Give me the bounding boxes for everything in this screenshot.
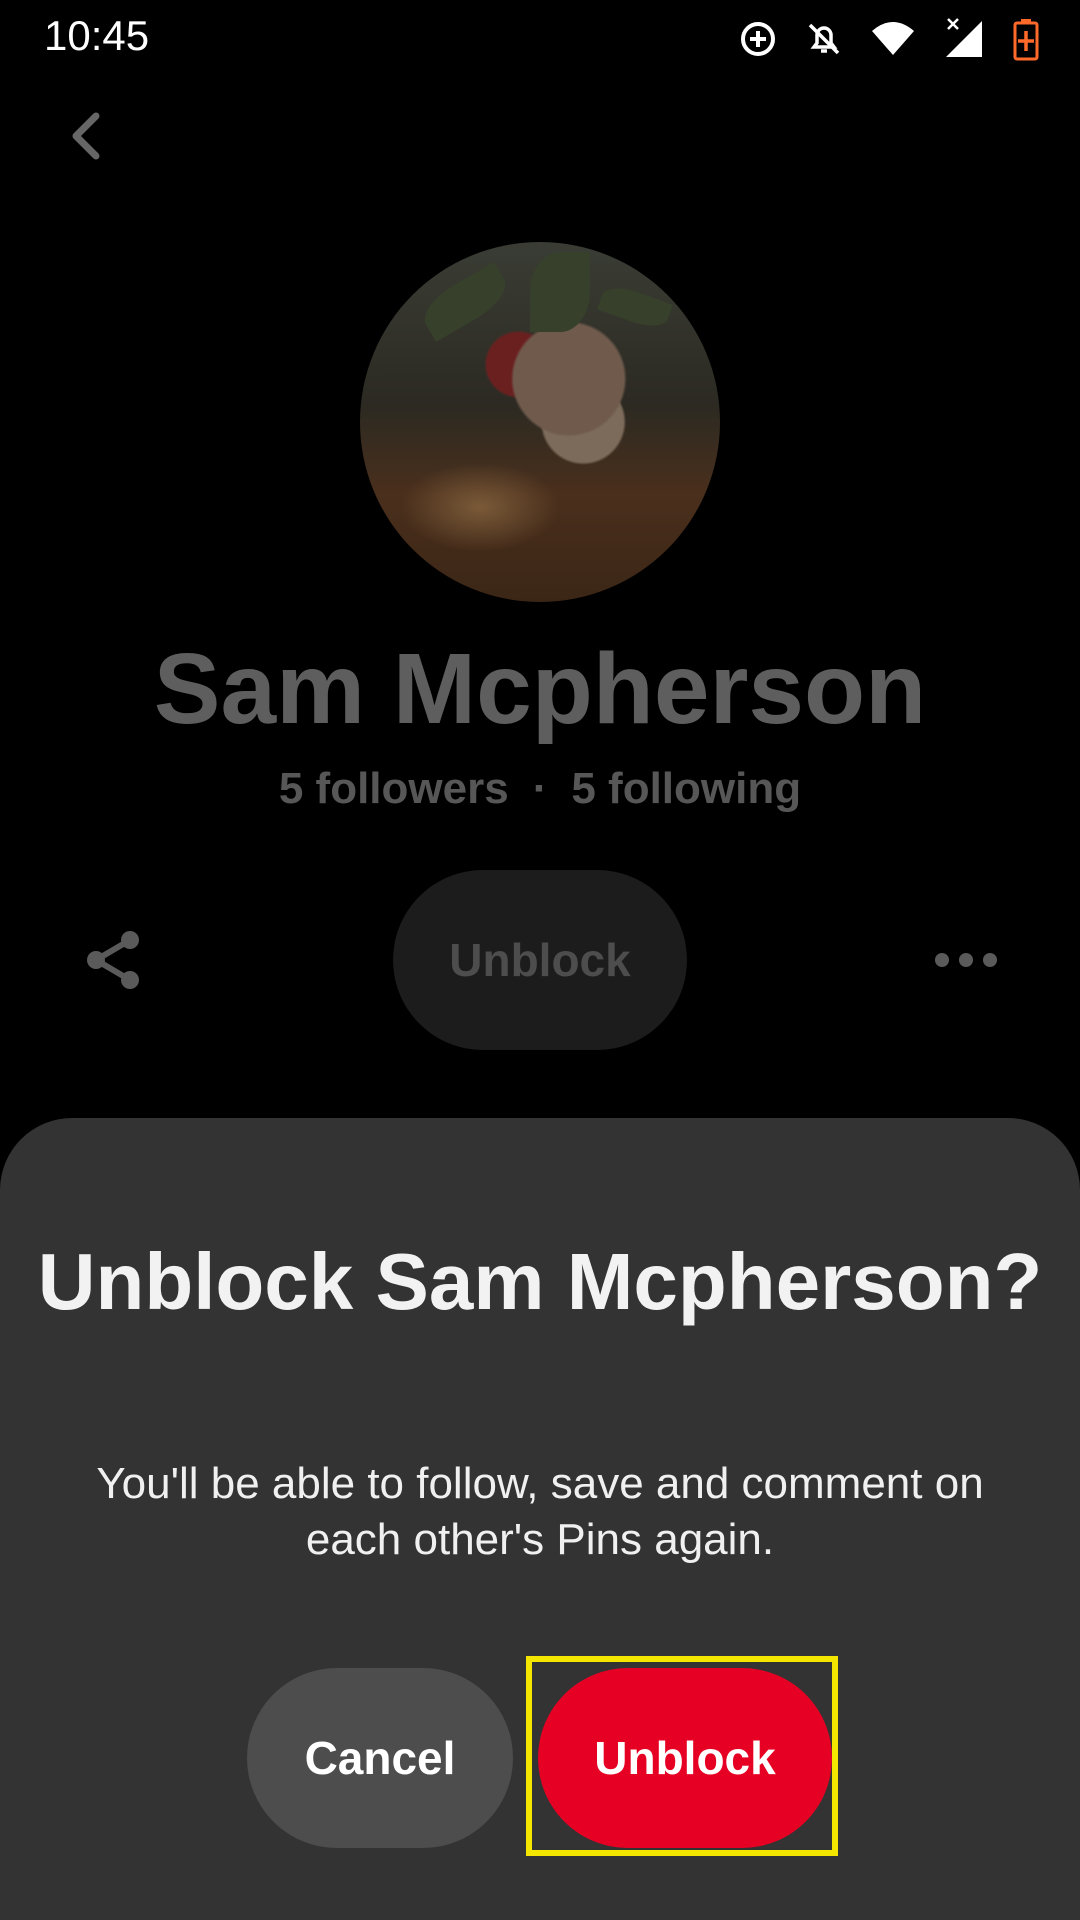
share-button[interactable]: [82, 928, 146, 992]
followers-count[interactable]: 5 followers: [279, 764, 509, 813]
status-icons: [738, 14, 1040, 64]
status-bar: 10:45: [0, 0, 1080, 80]
chevron-left-icon: [72, 112, 100, 160]
stats-separator: ·: [532, 764, 548, 813]
profile-stats: 5 followers · 5 following: [0, 764, 1080, 814]
profile-unblock-button[interactable]: Unblock: [393, 870, 687, 1050]
more-horizontal-icon: [935, 953, 997, 967]
notifications-off-icon: [808, 23, 840, 55]
avatar: [360, 242, 720, 602]
dialog-title: Unblock Sam Mcpherson?: [37, 1237, 1043, 1326]
wifi-icon: [872, 22, 914, 55]
back-button[interactable]: [58, 106, 118, 166]
cancel-button[interactable]: Cancel: [247, 1668, 513, 1848]
following-count[interactable]: 5 following: [571, 764, 801, 813]
signal-icon: [946, 18, 982, 57]
profile-name: Sam Mcpherson: [153, 633, 927, 745]
share-icon: [87, 931, 139, 989]
more-options-button[interactable]: [934, 940, 998, 980]
battery-charging-icon: [1013, 19, 1039, 61]
highlight-box: [526, 1656, 838, 1856]
status-time: 10:45: [44, 12, 150, 59]
dialog-message: You'll be able to follow, save and comme…: [96, 1459, 984, 1564]
data-saver-icon: [741, 22, 775, 56]
